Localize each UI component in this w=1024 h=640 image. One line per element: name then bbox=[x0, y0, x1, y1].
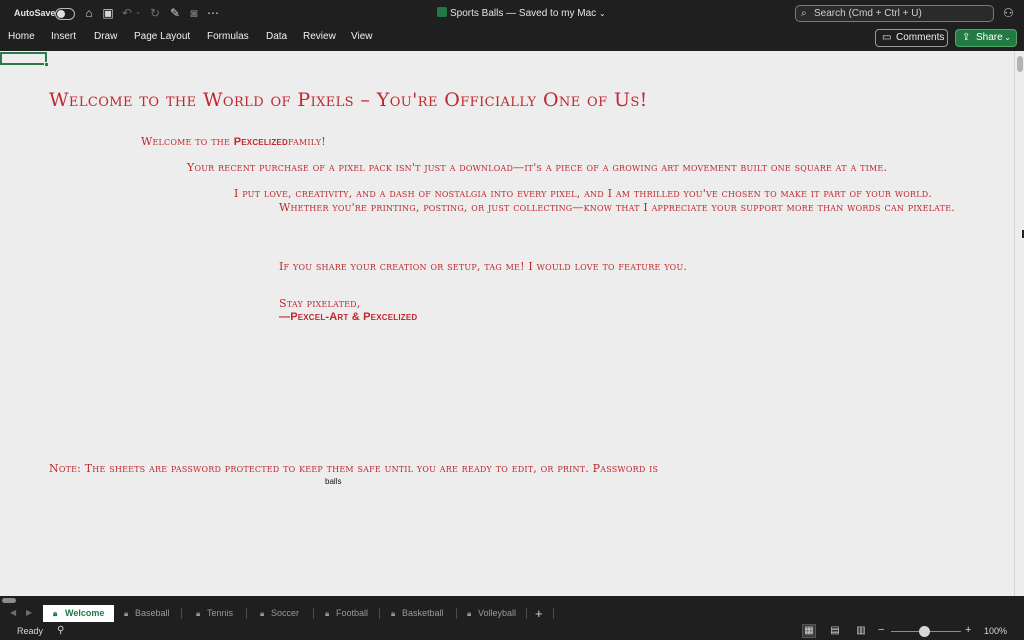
title-bar: AutoSave ⌂ ▣ ↶ ⌄ ↻ ✎ ◙ ⋯ Sports Balls — … bbox=[0, 0, 1024, 28]
sheet-tab-label: Football bbox=[336, 608, 369, 618]
comments-button[interactable]: ▭ Comments bbox=[875, 29, 948, 47]
tab-divider bbox=[246, 608, 247, 619]
comment-icon: ▭ bbox=[882, 32, 892, 43]
accessibility-icon[interactable]: ⚲ bbox=[57, 625, 64, 636]
more-icon[interactable]: ⋯ bbox=[206, 6, 220, 20]
sheet-tab-label: Baseball bbox=[135, 608, 170, 618]
zoom-level[interactable]: 100% bbox=[984, 626, 1007, 636]
tab-view[interactable]: View bbox=[351, 31, 373, 42]
fill-handle[interactable] bbox=[44, 62, 49, 67]
autosave-label: AutoSave bbox=[14, 8, 56, 18]
welcome-prefix: Welcome to the bbox=[141, 135, 234, 148]
sheet-tab-football[interactable]: 🔒︎ Football bbox=[325, 605, 368, 622]
worksheet-grid[interactable]: Welcome to the World of Pixels – You're … bbox=[0, 51, 1014, 596]
password-note: Note: The sheets are password protected … bbox=[49, 462, 659, 475]
tab-divider bbox=[456, 608, 457, 619]
next-sheet-icon[interactable]: ▶ bbox=[26, 608, 32, 617]
tab-draw[interactable]: Draw bbox=[94, 31, 117, 42]
sheet-tab-welcome[interactable]: 🔒︎ Welcome bbox=[43, 605, 114, 622]
page-layout-view-icon[interactable]: ▤ bbox=[829, 625, 841, 637]
sheet-tab-label: Basketball bbox=[402, 608, 444, 618]
home-icon[interactable]: ⌂ bbox=[82, 6, 96, 20]
lock-icon: 🔒︎ bbox=[325, 609, 330, 618]
prev-sheet-icon[interactable]: ◀ bbox=[10, 608, 16, 617]
sheet-tab-volleyball[interactable]: 🔒︎ Volleyball bbox=[467, 605, 516, 622]
sheet-tab-basketball[interactable]: 🔒︎ Basketball bbox=[391, 605, 444, 622]
love-line: I put love, creativity, and a dash of no… bbox=[234, 187, 933, 200]
lock-icon: 🔒︎ bbox=[260, 609, 265, 618]
lock-icon: 🔒︎ bbox=[53, 609, 58, 618]
normal-view-icon[interactable]: ▦ bbox=[802, 624, 816, 638]
zoom-in-button[interactable]: + bbox=[965, 624, 971, 636]
chevron-down-icon: ⌄ bbox=[598, 9, 606, 18]
tab-divider bbox=[553, 608, 554, 619]
camera-icon[interactable]: ◙ bbox=[187, 6, 201, 20]
signoff-line: Stay pixelated, bbox=[279, 297, 361, 310]
zoom-out-button[interactable]: − bbox=[878, 624, 884, 636]
brand-name: Pexcelized bbox=[233, 136, 288, 148]
share-button[interactable]: ⇪ Share ⌄ bbox=[955, 29, 1017, 47]
lock-icon: 🔒︎ bbox=[124, 609, 129, 618]
tab-home[interactable]: Home bbox=[8, 31, 35, 42]
document-title-text: Sports Balls — Saved to my Mac bbox=[450, 8, 597, 19]
sheet-tab-label: Welcome bbox=[65, 608, 105, 618]
undo-dropdown-icon[interactable]: ⌄ bbox=[134, 6, 142, 20]
lock-icon: 🔒︎ bbox=[467, 609, 472, 618]
ribbon-tabs: Home Insert Draw Page Layout Formulas Da… bbox=[0, 28, 1024, 50]
status-bar: Ready ⚲ ▦ ▤ ▥ − + 100% bbox=[0, 622, 1024, 640]
lock-icon: 🔒︎ bbox=[391, 609, 396, 618]
lock-icon: 🔒︎ bbox=[196, 609, 201, 618]
tab-formulas[interactable]: Formulas bbox=[207, 31, 249, 42]
tab-divider bbox=[526, 608, 527, 619]
purchase-line: Your recent purchase of a pixel pack isn… bbox=[187, 161, 888, 174]
sheet-tab-tennis[interactable]: 🔒︎ Tennis bbox=[196, 605, 233, 622]
horizontal-scroll-thumb[interactable] bbox=[2, 598, 16, 603]
status-ready: Ready bbox=[17, 626, 44, 636]
save-icon[interactable]: ▣ bbox=[101, 6, 115, 20]
autosave-toggle[interactable] bbox=[55, 8, 75, 20]
search-placeholder: Search (Cmd + Ctrl + U) bbox=[814, 8, 922, 19]
sheet-tab-label: Soccer bbox=[271, 608, 300, 618]
page-break-view-icon[interactable]: ▥ bbox=[855, 625, 867, 637]
add-sheet-icon[interactable]: + bbox=[535, 605, 543, 622]
excel-file-icon bbox=[437, 7, 447, 17]
search-icon: ⌕ bbox=[801, 8, 807, 19]
share-label: Share bbox=[976, 32, 1003, 43]
vertical-scroll-thumb[interactable] bbox=[1017, 56, 1023, 72]
sheet-tab-baseball[interactable]: 🔒︎ Baseball bbox=[124, 605, 170, 622]
document-title[interactable]: Sports Balls — Saved to my Mac ⌄ bbox=[437, 7, 606, 19]
tab-divider bbox=[313, 608, 314, 619]
welcome-heading: Welcome to the World of Pixels – You're … bbox=[49, 89, 648, 111]
redo-icon[interactable]: ↻ bbox=[148, 6, 162, 20]
selected-cell[interactable] bbox=[0, 52, 49, 67]
zoom-slider-knob[interactable] bbox=[919, 626, 930, 637]
tab-divider bbox=[379, 608, 380, 619]
tab-data[interactable]: Data bbox=[266, 31, 287, 42]
signature-line: —Pexcel-Art & Pexcelized bbox=[279, 311, 418, 323]
welcome-suffix: family! bbox=[287, 135, 326, 148]
sheet-tabs-bar: ◀ ▶ 🔒︎ Welcome 🔒︎ Baseball 🔒︎ Tennis 🔒︎ … bbox=[0, 605, 1024, 622]
share-person-icon[interactable]: ⚇ bbox=[1003, 6, 1017, 20]
tab-review[interactable]: Review bbox=[303, 31, 336, 42]
chevron-down-icon: ⌄ bbox=[1004, 33, 1011, 42]
welcome-family-line: Welcome to the Pexcelizedfamily! bbox=[141, 135, 326, 148]
undo-icon[interactable]: ↶ bbox=[120, 6, 134, 20]
comments-label: Comments bbox=[896, 32, 945, 43]
horizontal-scrollbar[interactable] bbox=[0, 596, 1024, 605]
tab-divider bbox=[181, 608, 182, 619]
sheet-tab-label: Volleyball bbox=[478, 608, 517, 618]
search-input[interactable]: ⌕ Search (Cmd + Ctrl + U) bbox=[795, 5, 994, 22]
edit-icon[interactable]: ✎ bbox=[168, 6, 182, 20]
sheet-tab-soccer[interactable]: 🔒︎ Soccer bbox=[260, 605, 299, 622]
password-value: balls bbox=[325, 477, 342, 486]
share-line: If you share your creation or setup, tag… bbox=[279, 260, 688, 273]
autosave-toggle-knob bbox=[57, 10, 65, 18]
printing-line: Whether you're printing, posting, or jus… bbox=[279, 201, 955, 214]
tab-page-layout[interactable]: Page Layout bbox=[134, 31, 190, 42]
vertical-scrollbar[interactable] bbox=[1014, 51, 1024, 596]
tab-insert[interactable]: Insert bbox=[51, 31, 76, 42]
sheet-tab-label: Tennis bbox=[207, 608, 234, 618]
share-icon: ⇪ bbox=[962, 32, 971, 43]
